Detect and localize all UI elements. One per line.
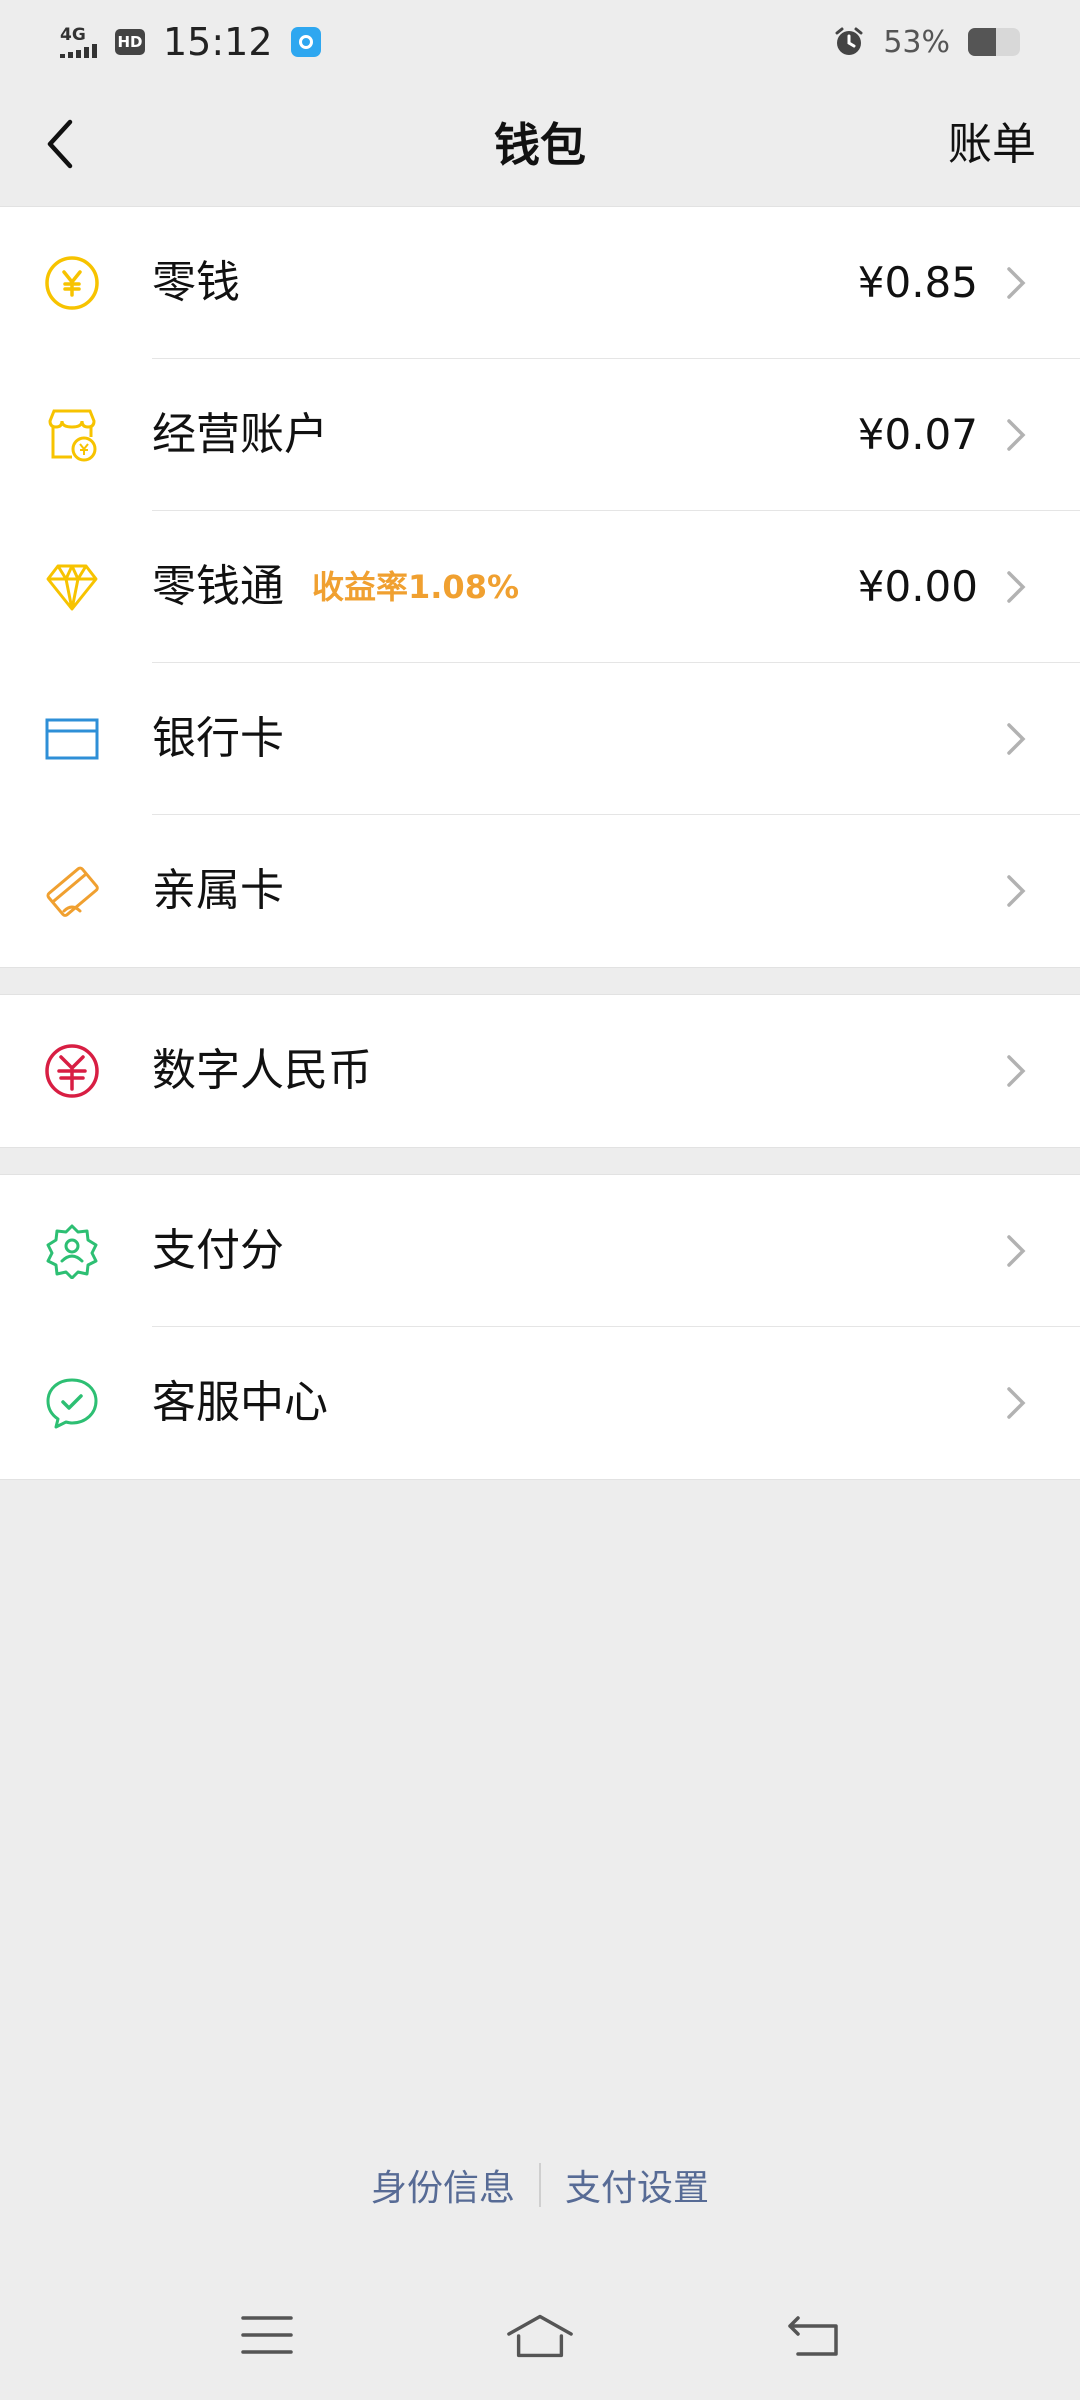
digital-rmb-icon	[45, 1044, 99, 1098]
bill-button[interactable]: 账单	[948, 84, 1036, 206]
status-right: 53%	[833, 25, 1020, 60]
system-nav-bar	[0, 2290, 1080, 2380]
pay-score-icon	[46, 1224, 98, 1279]
amount-value: ¥0.07	[857, 410, 978, 459]
list-item-business-account[interactable]: 经营账户 ¥0.07	[0, 359, 1080, 511]
yield-rate-tag: 收益率1.08%	[312, 568, 520, 606]
list-item-digital-rmb[interactable]: 数字人民币	[0, 995, 1080, 1147]
signal-icon: 4G	[60, 26, 97, 58]
menu-button[interactable]	[232, 2305, 302, 2365]
home-button[interactable]	[505, 2305, 575, 2365]
list-item-lingqiantong[interactable]: 零钱通 收益率1.08% ¥0.00	[0, 511, 1080, 663]
identity-info-link[interactable]: 身份信息	[371, 2159, 515, 2211]
network-type: 4G	[60, 25, 86, 45]
alarm-icon	[835, 27, 863, 55]
amount-value: ¥0.00	[857, 562, 978, 611]
back-system-button[interactable]	[778, 2305, 848, 2365]
amount-value: ¥0.85	[857, 258, 978, 307]
chevron-right-icon	[1007, 267, 1026, 299]
bank-card-icon	[45, 718, 99, 760]
family-card-icon	[46, 866, 99, 917]
chevron-right-icon	[1007, 1387, 1026, 1419]
home-icon	[507, 2314, 573, 2358]
status-left: 4G HD 15:12	[60, 20, 321, 64]
chevron-right-icon	[1007, 1235, 1026, 1267]
yuan-coin-icon	[45, 256, 99, 310]
store-account-icon	[48, 409, 97, 462]
list-item-label: 支付分	[152, 1225, 284, 1276]
battery-percent: 53%	[883, 24, 950, 60]
wallet-group-services: 支付分 客服中心	[0, 1174, 1080, 1480]
list-item-label: 客服中心	[152, 1377, 328, 1428]
list-item-label: 零钱通	[152, 561, 284, 612]
list-item-customer-service[interactable]: 客服中心	[0, 1327, 1080, 1479]
list-item-label: 经营账户	[152, 409, 328, 460]
list-item-bank-card[interactable]: 银行卡	[0, 663, 1080, 815]
app-notification-icon	[290, 27, 321, 57]
menu-icon	[240, 2316, 293, 2354]
list-item-label: 亲属卡	[152, 865, 284, 916]
chevron-right-icon	[1007, 571, 1026, 603]
battery-icon	[968, 28, 1020, 56]
list-item-pay-score[interactable]: 支付分	[0, 1175, 1080, 1327]
chevron-right-icon	[1007, 419, 1026, 451]
return-icon	[788, 2316, 839, 2356]
hd-icon: HD	[115, 29, 145, 55]
page-title: 钱包	[494, 118, 586, 172]
diamond-icon	[46, 564, 98, 611]
list-item-label: 数字人民币	[152, 1045, 372, 1096]
pay-settings-link[interactable]: 支付设置	[565, 2159, 709, 2211]
chevron-right-icon	[1007, 723, 1026, 755]
list-item-change[interactable]: 零钱 ¥0.85	[0, 207, 1080, 359]
divider	[539, 2163, 541, 2207]
wallet-group-digital-rmb: 数字人民币	[0, 994, 1080, 1148]
status-bar: 4G HD 15:12 53%	[0, 0, 1080, 84]
chevron-right-icon	[1007, 875, 1026, 907]
customer-service-icon	[46, 1378, 98, 1429]
chevron-right-icon	[1007, 1055, 1026, 1087]
list-item-family-card[interactable]: 亲属卡	[0, 815, 1080, 967]
wallet-group-main: 零钱 ¥0.85 经营账户 ¥0.07 零钱通 收益率1.08% ¥0.00 银…	[0, 206, 1080, 968]
list-item-label: 银行卡	[152, 713, 284, 764]
nav-bar: 钱包 账单	[0, 84, 1080, 206]
clock: 15:12	[163, 20, 273, 64]
footer-links: 身份信息 支付设置	[0, 2150, 1080, 2220]
list-item-label: 零钱	[152, 257, 240, 308]
